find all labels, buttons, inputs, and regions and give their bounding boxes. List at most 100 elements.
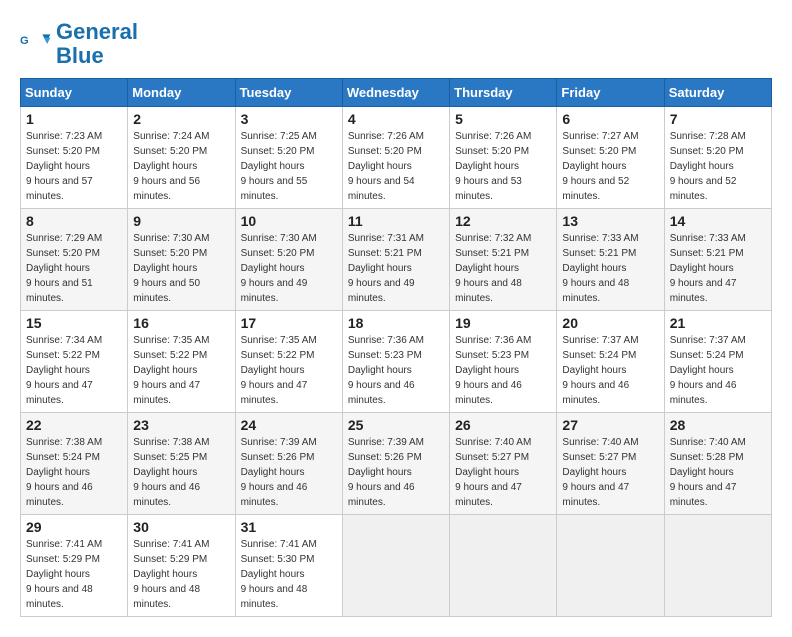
day-number: 17 bbox=[241, 315, 337, 331]
calendar-day-19: 19 Sunrise: 7:36 AMSunset: 5:23 PMDayligh… bbox=[450, 311, 557, 413]
empty-day bbox=[450, 515, 557, 617]
calendar-day-1: 1Sunrise: 7:23 AMSunset: 5:20 PMDaylight… bbox=[21, 107, 128, 209]
day-number: 19 bbox=[455, 315, 551, 331]
calendar-day-15: 15 Sunrise: 7:34 AMSunset: 5:22 PMDayligh… bbox=[21, 311, 128, 413]
calendar-day-29: 29 Sunrise: 7:41 AMSunset: 5:29 PMDayligh… bbox=[21, 515, 128, 617]
day-number: 12 bbox=[455, 213, 551, 229]
day-header-sunday: Sunday bbox=[21, 79, 128, 107]
day-number: 3 bbox=[241, 111, 337, 127]
day-number: 22 bbox=[26, 417, 122, 433]
calendar-day-14: 14Sunrise: 7:33 AMSunset: 5:21 PMDayligh… bbox=[664, 209, 771, 311]
day-detail: Sunrise: 7:25 AMSunset: 5:20 PMDaylight … bbox=[241, 131, 317, 202]
day-number: 28 bbox=[670, 417, 766, 433]
logo: G General Blue bbox=[20, 20, 138, 68]
day-number: 26 bbox=[455, 417, 551, 433]
day-detail: Sunrise: 7:38 AMSunset: 5:24 PMDaylight … bbox=[26, 437, 102, 508]
day-header-tuesday: Tuesday bbox=[235, 79, 342, 107]
day-detail: Sunrise: 7:41 AMSunset: 5:29 PMDaylight … bbox=[26, 539, 102, 610]
day-detail: Sunrise: 7:24 AMSunset: 5:20 PMDaylight … bbox=[133, 131, 209, 202]
day-detail: Sunrise: 7:30 AMSunset: 5:20 PMDaylight … bbox=[241, 233, 317, 304]
logo-icon: G bbox=[20, 28, 52, 60]
day-detail: Sunrise: 7:38 AMSunset: 5:25 PMDaylight … bbox=[133, 437, 209, 508]
calendar-week-row: 29 Sunrise: 7:41 AMSunset: 5:29 PMDayligh… bbox=[21, 515, 772, 617]
day-number: 6 bbox=[562, 111, 658, 127]
day-number: 20 bbox=[562, 315, 658, 331]
calendar-day-26: 26 Sunrise: 7:40 AMSunset: 5:27 PMDayligh… bbox=[450, 413, 557, 515]
day-detail: Sunrise: 7:32 AMSunset: 5:21 PMDaylight … bbox=[455, 233, 531, 304]
calendar-day-16: 16 Sunrise: 7:35 AMSunset: 5:22 PMDayligh… bbox=[128, 311, 235, 413]
calendar-day-12: 12 Sunrise: 7:32 AMSunset: 5:21 PMDayligh… bbox=[450, 209, 557, 311]
day-detail: Sunrise: 7:37 AMSunset: 5:24 PMDaylight … bbox=[562, 335, 638, 406]
day-detail: Sunrise: 7:34 AMSunset: 5:22 PMDaylight … bbox=[26, 335, 102, 406]
calendar-day-30: 30Sunrise: 7:41 AMSunset: 5:29 PMDayligh… bbox=[128, 515, 235, 617]
calendar-day-17: 17 Sunrise: 7:35 AMSunset: 5:22 PMDayligh… bbox=[235, 311, 342, 413]
calendar-day-5: 5 Sunrise: 7:26 AMSunset: 5:20 PMDaylight… bbox=[450, 107, 557, 209]
calendar-day-7: 7 Sunrise: 7:28 AMSunset: 5:20 PMDaylight… bbox=[664, 107, 771, 209]
day-detail: Sunrise: 7:31 AMSunset: 5:21 PMDaylight … bbox=[348, 233, 424, 304]
calendar-day-3: 3 Sunrise: 7:25 AMSunset: 5:20 PMDaylight… bbox=[235, 107, 342, 209]
day-number: 14 bbox=[670, 213, 766, 229]
calendar-day-11: 11Sunrise: 7:31 AMSunset: 5:21 PMDayligh… bbox=[342, 209, 449, 311]
day-number: 23 bbox=[133, 417, 229, 433]
calendar-day-10: 10 Sunrise: 7:30 AMSunset: 5:20 PMDayligh… bbox=[235, 209, 342, 311]
day-detail: Sunrise: 7:40 AMSunset: 5:27 PMDaylight … bbox=[562, 437, 638, 508]
day-number: 13 bbox=[562, 213, 658, 229]
calendar-week-row: 22 Sunrise: 7:38 AMSunset: 5:24 PMDayligh… bbox=[21, 413, 772, 515]
day-number: 5 bbox=[455, 111, 551, 127]
day-number: 1 bbox=[26, 111, 122, 127]
day-header-wednesday: Wednesday bbox=[342, 79, 449, 107]
day-number: 16 bbox=[133, 315, 229, 331]
empty-day bbox=[557, 515, 664, 617]
day-number: 9 bbox=[133, 213, 229, 229]
calendar-day-22: 22 Sunrise: 7:38 AMSunset: 5:24 PMDayligh… bbox=[21, 413, 128, 515]
day-number: 21 bbox=[670, 315, 766, 331]
empty-day bbox=[342, 515, 449, 617]
day-number: 25 bbox=[348, 417, 444, 433]
day-number: 18 bbox=[348, 315, 444, 331]
day-number: 10 bbox=[241, 213, 337, 229]
day-header-saturday: Saturday bbox=[664, 79, 771, 107]
day-header-friday: Friday bbox=[557, 79, 664, 107]
calendar-week-row: 15 Sunrise: 7:34 AMSunset: 5:22 PMDayligh… bbox=[21, 311, 772, 413]
calendar-day-4: 4 Sunrise: 7:26 AMSunset: 5:20 PMDaylight… bbox=[342, 107, 449, 209]
day-detail: Sunrise: 7:35 AMSunset: 5:22 PMDaylight … bbox=[241, 335, 317, 406]
page-header: G General Blue bbox=[20, 20, 772, 68]
day-detail: Sunrise: 7:36 AMSunset: 5:23 PMDaylight … bbox=[348, 335, 424, 406]
day-number: 8 bbox=[26, 213, 122, 229]
logo-text: General Blue bbox=[56, 20, 138, 68]
day-detail: Sunrise: 7:37 AMSunset: 5:24 PMDaylight … bbox=[670, 335, 746, 406]
calendar-day-2: 2 Sunrise: 7:24 AMSunset: 5:20 PMDaylight… bbox=[128, 107, 235, 209]
day-detail: Sunrise: 7:26 AMSunset: 5:20 PMDaylight … bbox=[455, 131, 531, 202]
empty-day bbox=[664, 515, 771, 617]
day-detail: Sunrise: 7:39 AMSunset: 5:26 PMDaylight … bbox=[348, 437, 424, 508]
day-header-monday: Monday bbox=[128, 79, 235, 107]
calendar-day-6: 6Sunrise: 7:27 AMSunset: 5:20 PMDaylight… bbox=[557, 107, 664, 209]
day-number: 7 bbox=[670, 111, 766, 127]
day-detail: Sunrise: 7:40 AMSunset: 5:27 PMDaylight … bbox=[455, 437, 531, 508]
calendar-day-31: 31 Sunrise: 7:41 AMSunset: 5:30 PMDayligh… bbox=[235, 515, 342, 617]
calendar-week-row: 8 Sunrise: 7:29 AMSunset: 5:20 PMDaylight… bbox=[21, 209, 772, 311]
calendar-day-20: 20 Sunrise: 7:37 AMSunset: 5:24 PMDayligh… bbox=[557, 311, 664, 413]
day-detail: Sunrise: 7:29 AMSunset: 5:20 PMDaylight … bbox=[26, 233, 102, 304]
day-detail: Sunrise: 7:35 AMSunset: 5:22 PMDaylight … bbox=[133, 335, 209, 406]
day-number: 29 bbox=[26, 519, 122, 535]
day-number: 31 bbox=[241, 519, 337, 535]
day-detail: Sunrise: 7:36 AMSunset: 5:23 PMDaylight … bbox=[455, 335, 531, 406]
day-detail: Sunrise: 7:33 AMSunset: 5:21 PMDaylight … bbox=[562, 233, 638, 304]
day-number: 4 bbox=[348, 111, 444, 127]
days-header-row: SundayMondayTuesdayWednesdayThursdayFrid… bbox=[21, 79, 772, 107]
day-detail: Sunrise: 7:39 AMSunset: 5:26 PMDaylight … bbox=[241, 437, 317, 508]
calendar-day-13: 13 Sunrise: 7:33 AMSunset: 5:21 PMDayligh… bbox=[557, 209, 664, 311]
calendar-day-21: 21 Sunrise: 7:37 AMSunset: 5:24 PMDayligh… bbox=[664, 311, 771, 413]
day-detail: Sunrise: 7:41 AMSunset: 5:30 PMDaylight … bbox=[241, 539, 317, 610]
calendar-day-18: 18 Sunrise: 7:36 AMSunset: 5:23 PMDayligh… bbox=[342, 311, 449, 413]
day-detail: Sunrise: 7:26 AMSunset: 5:20 PMDaylight … bbox=[348, 131, 424, 202]
day-detail: Sunrise: 7:41 AMSunset: 5:29 PMDaylight … bbox=[133, 539, 209, 610]
day-number: 15 bbox=[26, 315, 122, 331]
calendar-day-27: 27 Sunrise: 7:40 AMSunset: 5:27 PMDayligh… bbox=[557, 413, 664, 515]
day-number: 27 bbox=[562, 417, 658, 433]
day-detail: Sunrise: 7:40 AMSunset: 5:28 PMDaylight … bbox=[670, 437, 746, 508]
calendar-day-9: 9Sunrise: 7:30 AMSunset: 5:20 PMDaylight… bbox=[128, 209, 235, 311]
day-number: 2 bbox=[133, 111, 229, 127]
day-detail: Sunrise: 7:28 AMSunset: 5:20 PMDaylight … bbox=[670, 131, 746, 202]
